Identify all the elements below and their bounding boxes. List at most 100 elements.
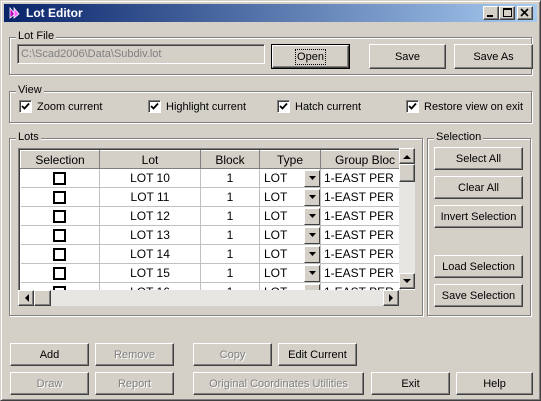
invert-selection-button[interactable]: Invert Selection [434, 205, 523, 228]
maximize-button[interactable] [499, 6, 515, 20]
group-block-cell[interactable]: 1-EAST PER [320, 168, 401, 188]
lot-cell[interactable]: LOT 15 [99, 263, 201, 283]
lot-row[interactable]: LOT 15 1 LOT 1-EAST PER [20, 263, 401, 283]
type-cell[interactable]: LOT [259, 206, 321, 226]
selection-cell[interactable] [20, 187, 100, 207]
edit-current-label: Edit Current [288, 348, 347, 361]
remove-button[interactable]: Remove [95, 343, 174, 366]
type-cell[interactable]: LOT [259, 187, 321, 207]
row-select-checkbox[interactable] [53, 267, 67, 281]
lot-file-path-field[interactable]: C:\Scad2006\Data\Subdiv.lot [17, 44, 265, 64]
window-title: Lot Editor [26, 6, 83, 20]
column-header-group-block[interactable]: Group Bloc [320, 150, 401, 169]
help-button[interactable]: Help [456, 372, 533, 395]
group-block-cell[interactable]: 1-EAST PER [320, 187, 401, 207]
type-cell[interactable]: LOT [259, 225, 321, 245]
checkbox-box[interactable] [406, 100, 419, 113]
lot-row[interactable]: LOT 13 1 LOT 1-EAST PER [20, 225, 401, 245]
lots-horizontal-scrollbar[interactable] [18, 290, 399, 306]
report-button[interactable]: Report [95, 372, 174, 395]
type-dropdown-button[interactable] [304, 169, 320, 187]
group-block-cell[interactable]: 1-EAST PER [320, 244, 401, 264]
scroll-right-button[interactable] [383, 290, 399, 306]
invert-selection-label: Invert Selection [440, 210, 517, 223]
edit-current-button[interactable]: Edit Current [278, 343, 357, 366]
column-header-selection[interactable]: Selection [20, 150, 100, 169]
type-cell[interactable]: LOT [259, 263, 321, 283]
row-select-checkbox[interactable] [53, 248, 67, 262]
lot-cell[interactable]: LOT 10 [99, 168, 201, 188]
group-block-cell[interactable]: 1-EAST PER [320, 206, 401, 226]
checkbox-box[interactable] [19, 100, 32, 113]
view-group-label: View [16, 84, 44, 96]
selection-cell[interactable] [20, 206, 100, 226]
row-select-checkbox[interactable] [53, 210, 67, 224]
hatch-current-checkbox[interactable]: Hatch current [277, 100, 361, 113]
row-select-checkbox[interactable] [53, 229, 67, 243]
add-button[interactable]: Add [10, 343, 89, 366]
add-label: Add [39, 348, 60, 361]
save-selection-button[interactable]: Save Selection [434, 284, 523, 307]
selection-cell[interactable] [20, 244, 100, 264]
scroll-up-button[interactable] [399, 148, 415, 164]
exit-button[interactable]: Exit [371, 372, 450, 395]
lot-cell[interactable]: LOT 13 [99, 225, 201, 245]
block-cell[interactable]: 1 [200, 244, 260, 264]
lot-row[interactable]: LOT 14 1 LOT 1-EAST PER [20, 244, 401, 264]
lots-vertical-scrollbar[interactable] [399, 148, 415, 289]
type-dropdown-button[interactable] [304, 264, 320, 282]
block-cell[interactable]: 1 [200, 263, 260, 283]
column-header-block[interactable]: Block [200, 150, 260, 169]
block-cell[interactable]: 1 [200, 187, 260, 207]
type-dropdown-button[interactable] [304, 245, 320, 263]
save-button[interactable]: Save [369, 44, 446, 69]
type-cell[interactable]: LOT [259, 244, 321, 264]
row-select-checkbox[interactable] [53, 172, 67, 186]
column-header-lot[interactable]: Lot [99, 150, 201, 169]
type-dropdown-button[interactable] [304, 188, 320, 206]
lot-cell[interactable]: LOT 12 [99, 206, 201, 226]
title-bar[interactable]: Lot Editor [4, 4, 537, 22]
checkbox-box[interactable] [277, 100, 290, 113]
lots-grid[interactable]: Selection Lot Block Type Group Bloc LOT … [18, 148, 415, 306]
type-cell[interactable]: LOT [259, 168, 321, 188]
type-dropdown-button[interactable] [304, 226, 320, 244]
open-button-label: Open [295, 48, 326, 65]
scroll-down-button[interactable] [399, 273, 415, 289]
lot-row[interactable]: LOT 10 1 LOT 1-EAST PER [20, 168, 401, 188]
selection-cell[interactable] [20, 225, 100, 245]
horizontal-scroll-thumb[interactable] [34, 290, 51, 306]
lot-row[interactable]: LOT 11 1 LOT 1-EAST PER [20, 187, 401, 207]
clear-all-button[interactable]: Clear All [434, 176, 523, 199]
column-header-type[interactable]: Type [259, 150, 321, 169]
block-cell[interactable]: 1 [200, 168, 260, 188]
group-block-cell[interactable]: 1-EAST PER [320, 263, 401, 283]
row-select-checkbox[interactable] [53, 191, 67, 205]
block-cell[interactable]: 1 [200, 206, 260, 226]
zoom-current-checkbox[interactable]: Zoom current [19, 100, 102, 113]
draw-button[interactable]: Draw [10, 372, 89, 395]
lot-cell[interactable]: LOT 14 [99, 244, 201, 264]
lot-editor-window: Lot Editor Lot File C:\Scad2006\Data\Sub… [0, 0, 541, 401]
highlight-current-checkbox[interactable]: Highlight current [148, 100, 246, 113]
type-dropdown-button[interactable] [304, 207, 320, 225]
vertical-scroll-thumb[interactable] [399, 164, 415, 182]
close-button[interactable] [517, 6, 533, 20]
checkbox-box[interactable] [148, 100, 161, 113]
lot-row[interactable]: LOT 12 1 LOT 1-EAST PER [20, 206, 401, 226]
selection-cell[interactable] [20, 168, 100, 188]
lot-cell[interactable]: LOT 11 [99, 187, 201, 207]
minimize-button[interactable] [483, 6, 499, 20]
group-block-cell[interactable]: 1-EAST PER [320, 225, 401, 245]
select-all-button[interactable]: Select All [434, 147, 523, 170]
save-as-button[interactable]: Save As [454, 44, 533, 69]
copy-button[interactable]: Copy [193, 343, 272, 366]
scroll-left-button[interactable] [18, 290, 34, 306]
chevron-down-icon [308, 176, 316, 180]
selection-cell[interactable] [20, 263, 100, 283]
load-selection-button[interactable]: Load Selection [434, 255, 523, 278]
restore-view-checkbox[interactable]: Restore view on exit [406, 100, 523, 113]
original-coordinates-utilities-button[interactable]: Original Coordinates Utilities [193, 372, 364, 395]
block-cell[interactable]: 1 [200, 225, 260, 245]
open-button[interactable]: Open [271, 44, 350, 69]
